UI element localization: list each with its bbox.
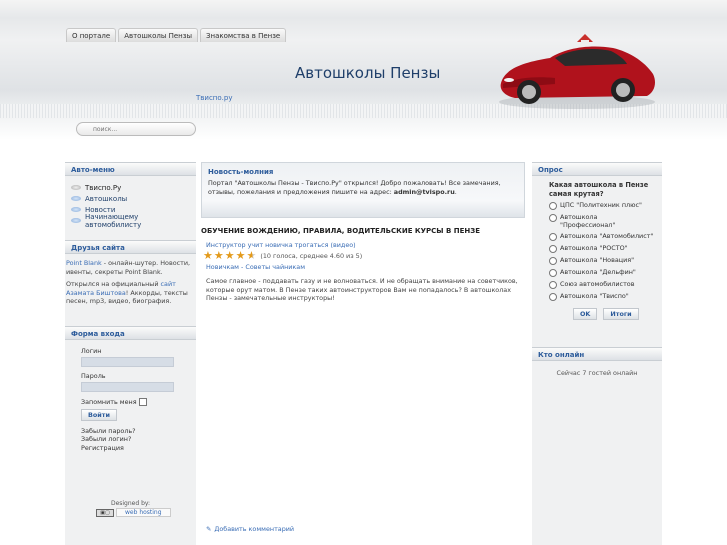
comment-icon: ✎ [206, 525, 212, 533]
tab-dating[interactable]: Знакомства в Пензе [200, 28, 287, 42]
password-field[interactable] [81, 381, 174, 392]
register-link[interactable]: Регистрация [81, 444, 196, 453]
rating-summary: (10 голоса, среднее 4.60 из 5) [260, 251, 363, 260]
poll-option-label: Автошкола "Дельфин" [560, 268, 636, 276]
newsflash-text-end: . [454, 187, 457, 196]
poll-option[interactable]: Автошкола "Автомобилист" [549, 232, 662, 241]
poll-buttons: OK Итоги [549, 308, 662, 320]
remember-me-label: Запомнить меня [81, 397, 137, 406]
password-label: Пароль [81, 371, 106, 380]
poll-option[interactable]: Автошкола "Дельфин" [549, 268, 662, 277]
poll-radio[interactable] [549, 202, 557, 210]
username-field[interactable] [81, 356, 174, 367]
poll-title: Опрос [532, 162, 662, 176]
tab-about-portal[interactable]: О портале [66, 28, 117, 42]
newsflash-email: admin@tvispo.ru [393, 187, 455, 196]
poll-results-button[interactable]: Итоги [603, 308, 639, 320]
poll-question: Какая автошкола в Пензе самая крутая? [549, 181, 649, 198]
star-icon[interactable]: ★ [225, 250, 235, 261]
point-blank-link[interactable]: Point Blank [66, 259, 102, 267]
poll-option-label: Союз автомобилистов [560, 280, 635, 288]
poll-option-label: Автошкола "Твиспо" [560, 292, 629, 300]
article-body: Самое главное - поддавать газу и не волн… [206, 277, 518, 303]
menu-item-label: Автошколы [85, 194, 128, 203]
friends-text: Открылся на официальный [66, 280, 161, 288]
left-column: Авто-меню Твиспо.Ру Автошколы Новости На… [65, 162, 196, 545]
forgot-password-link[interactable]: Забыли пароль? [81, 427, 196, 436]
poll-option-label: Автошкола "Автомобилист" [560, 232, 654, 240]
friends-title: Друзья сайта [65, 240, 196, 254]
poll-ok-button[interactable]: OK [573, 308, 598, 320]
online-title: Кто онлайн [532, 347, 662, 361]
star-icon[interactable]: ★ [236, 250, 246, 261]
hosting-logo-icon: ▣▢ [96, 508, 114, 517]
menu-item-label: Начинающему автомобилисту [84, 212, 142, 229]
top-navigation: О портале Автошколы Пензы Знакомства в П… [66, 28, 287, 42]
poll-option[interactable]: Союз автомобилистов [549, 280, 662, 289]
forgot-login-link[interactable]: Забыли логин? [81, 435, 196, 444]
newsflash-title: Новость-молния [208, 168, 274, 176]
poll-option-label: ЦПС "Политехник плюс" [560, 201, 642, 209]
article-video-link[interactable]: Инструктор учит новичка трогаться (видео… [206, 241, 356, 249]
site-title: Автошколы Пензы [295, 64, 441, 82]
login-links: Забыли пароль? Забыли логин? Регистрация [81, 427, 196, 453]
newsflash-body: Портал "Автошколы Пензы - Твиспо.Ру" отк… [208, 179, 520, 196]
poll-radio[interactable] [549, 257, 557, 265]
poll-radio[interactable] [549, 233, 557, 241]
auto-menu: Твиспо.Ру Автошколы Новости Начинающему … [65, 176, 196, 229]
login-form: Логин Пароль Запомнить меня Войти Забыли… [65, 340, 196, 453]
poll-radio[interactable] [549, 245, 557, 253]
star-icon[interactable]: ★ [203, 250, 213, 261]
article-rating: ★ ★ ★ ★ ★ (10 голоса, среднее 4.60 из 5) [203, 250, 362, 261]
online-count: Сейчас 7 гостей онлайн [556, 369, 638, 377]
poll-option[interactable]: Автошкола "Твиспо" [549, 292, 662, 301]
poll-option[interactable]: ЦПС "Политехник плюс" [549, 201, 662, 210]
search-box [76, 122, 196, 136]
site-home-link[interactable]: Твиспо.ру [196, 94, 232, 102]
article-title: ОБУЧЕНИЕ ВОЖДЕНИЮ, ПРАВИЛА, ВОДИТЕЛЬСКИЕ… [201, 227, 481, 235]
poll-option-label: Автошкола "Профессионал" [560, 213, 616, 229]
friends-block: Point Blank - онлайн-шутер. Новости, иве… [65, 254, 196, 306]
poll-option-label: Автошкола "РОСТО" [560, 244, 628, 252]
subcategory-link[interactable]: Советы чайникам [245, 263, 305, 271]
menu-item-tvispo[interactable]: Твиспо.Ру [71, 182, 196, 193]
poll-option[interactable]: Автошкола "Новация" [549, 256, 662, 265]
poll-radio[interactable] [549, 269, 557, 277]
designed-by-label: Designed by: [110, 500, 151, 507]
poll-radio[interactable] [549, 281, 557, 289]
poll-radio[interactable] [549, 293, 557, 301]
add-comment-link[interactable]: ✎ Добавить комментарий [206, 525, 294, 533]
poll-option[interactable]: Автошкола "РОСТО" [549, 244, 662, 253]
add-comment-label: Добавить комментарий [214, 525, 295, 533]
login-title: Форма входа [65, 325, 196, 340]
star-icon[interactable]: ★ [214, 250, 224, 261]
username-label: Логин [81, 346, 102, 355]
poll-option-label: Автошкола "Новация" [560, 256, 635, 264]
bullet-icon [71, 207, 81, 212]
category-link[interactable]: Новичкам [206, 263, 239, 271]
poll-option[interactable]: Автошкола "Профессионал" [549, 213, 662, 229]
bullet-icon [71, 185, 81, 190]
remember-me-row: Запомнить меня [81, 397, 196, 406]
menu-item-beginner[interactable]: Начинающему автомобилисту [71, 212, 196, 229]
web-hosting-link[interactable]: web hosting [116, 508, 171, 517]
poll-radio[interactable] [549, 214, 557, 222]
remember-me-checkbox[interactable] [138, 397, 147, 406]
hosting-badge: ▣▢ web hosting [96, 508, 171, 517]
bullet-icon [71, 196, 81, 201]
star-icon[interactable]: ★ [247, 250, 257, 261]
red-sports-car-image [499, 34, 655, 109]
newsflash-box: Новость-молния Портал "Автошколы Пензы -… [201, 162, 525, 218]
auto-menu-title: Авто-меню [65, 162, 196, 176]
menu-item-driving-schools[interactable]: Автошколы [71, 193, 196, 204]
poll-form: Какая автошкола в Пензе самая крутая? ЦП… [532, 176, 662, 320]
tab-driving-schools[interactable]: Автошколы Пензы [118, 28, 198, 42]
menu-item-label: Твиспо.Ру [85, 183, 122, 192]
search-input[interactable] [77, 123, 195, 135]
bullet-icon [71, 218, 81, 223]
login-button[interactable]: Войти [81, 408, 117, 421]
right-column: Опрос Какая автошкола в Пензе самая крут… [532, 162, 662, 545]
article-categories: Новичкам - Советы чайникам [206, 263, 305, 271]
